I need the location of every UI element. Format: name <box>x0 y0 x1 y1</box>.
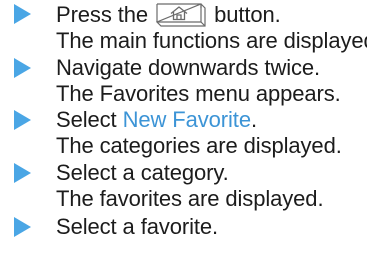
home-button-icon <box>156 3 206 27</box>
instruction-steps: Press the button. The main functions are… <box>0 0 367 261</box>
new-favorite-highlight: New Favorite <box>122 107 252 132</box>
step-3-result: The categories are displayed. <box>56 133 342 158</box>
step-3-instruction: Select New Favorite. <box>56 107 257 133</box>
step-1-instruction-after: button. <box>214 2 281 27</box>
step-1-instruction-before: Press the <box>56 2 149 27</box>
step-1-result: The main functions are displayed. <box>56 28 367 53</box>
bullet-arrow-icon <box>14 163 31 183</box>
step-5-instruction: Select a favorite. <box>56 214 219 239</box>
step-3-instruction-after: . <box>250 107 257 132</box>
step-4-instruction: Select a category. <box>56 160 229 185</box>
step-3-instruction-before: Select <box>56 107 117 132</box>
bullet-arrow-icon <box>14 110 31 130</box>
bullet-arrow-icon <box>14 58 31 78</box>
bullet-arrow-icon <box>14 4 31 24</box>
step-1-instruction: Press the button. <box>56 2 281 28</box>
step-2-result: The Favorites menu appears. <box>56 81 341 106</box>
bullet-arrow-icon <box>14 217 31 237</box>
step-2-instruction: Navigate downwards twice. <box>56 55 321 80</box>
step-4-result: The favorites are displayed. <box>56 186 324 211</box>
